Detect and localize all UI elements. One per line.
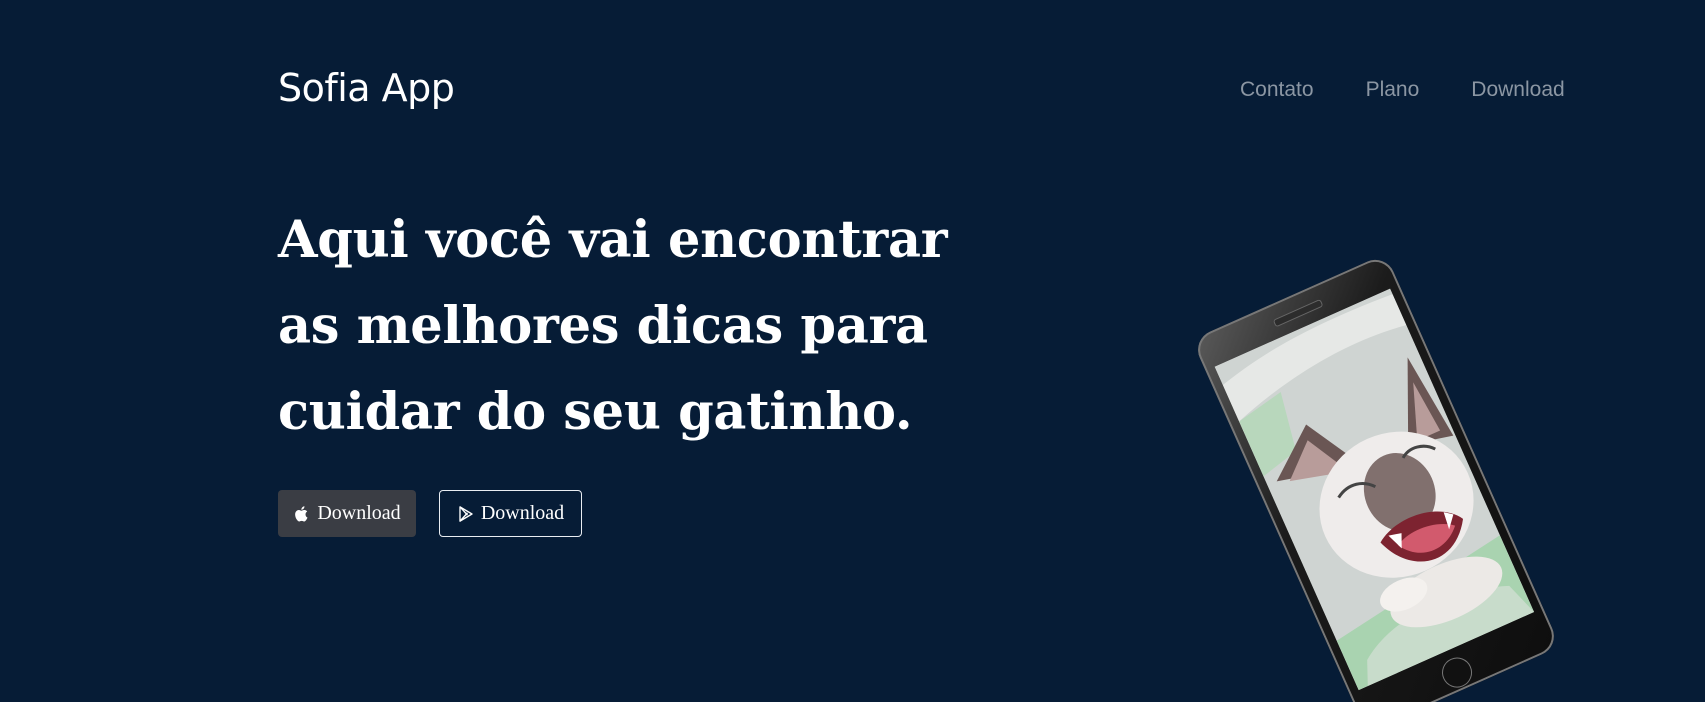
nav-contato[interactable]: Contato xyxy=(1240,76,1314,104)
app-store-download-button[interactable]: Download xyxy=(278,490,416,537)
phone-mockup xyxy=(1191,253,1595,702)
apple-icon xyxy=(293,504,311,524)
cat-photo xyxy=(1214,288,1535,691)
app-store-download-label: Download xyxy=(317,502,401,524)
phone-home-button xyxy=(1437,652,1477,693)
landing-page: Sofia App Contato Plano Download Aqui vo… xyxy=(0,0,1705,702)
google-play-download-label: Download xyxy=(480,502,565,524)
brand-logo[interactable]: Sofia App xyxy=(278,64,455,112)
google-play-icon xyxy=(457,504,475,524)
hero-headline: Aqui você vai encontrar as melhores dica… xyxy=(278,210,948,442)
nav-plano[interactable]: Plano xyxy=(1366,76,1420,104)
phone-screen xyxy=(1214,288,1535,691)
google-play-download-button[interactable]: Download xyxy=(439,490,582,537)
phone-frame xyxy=(1191,253,1561,702)
nav-download[interactable]: Download xyxy=(1471,76,1564,104)
main-nav: Contato Plano Download xyxy=(1240,76,1565,104)
